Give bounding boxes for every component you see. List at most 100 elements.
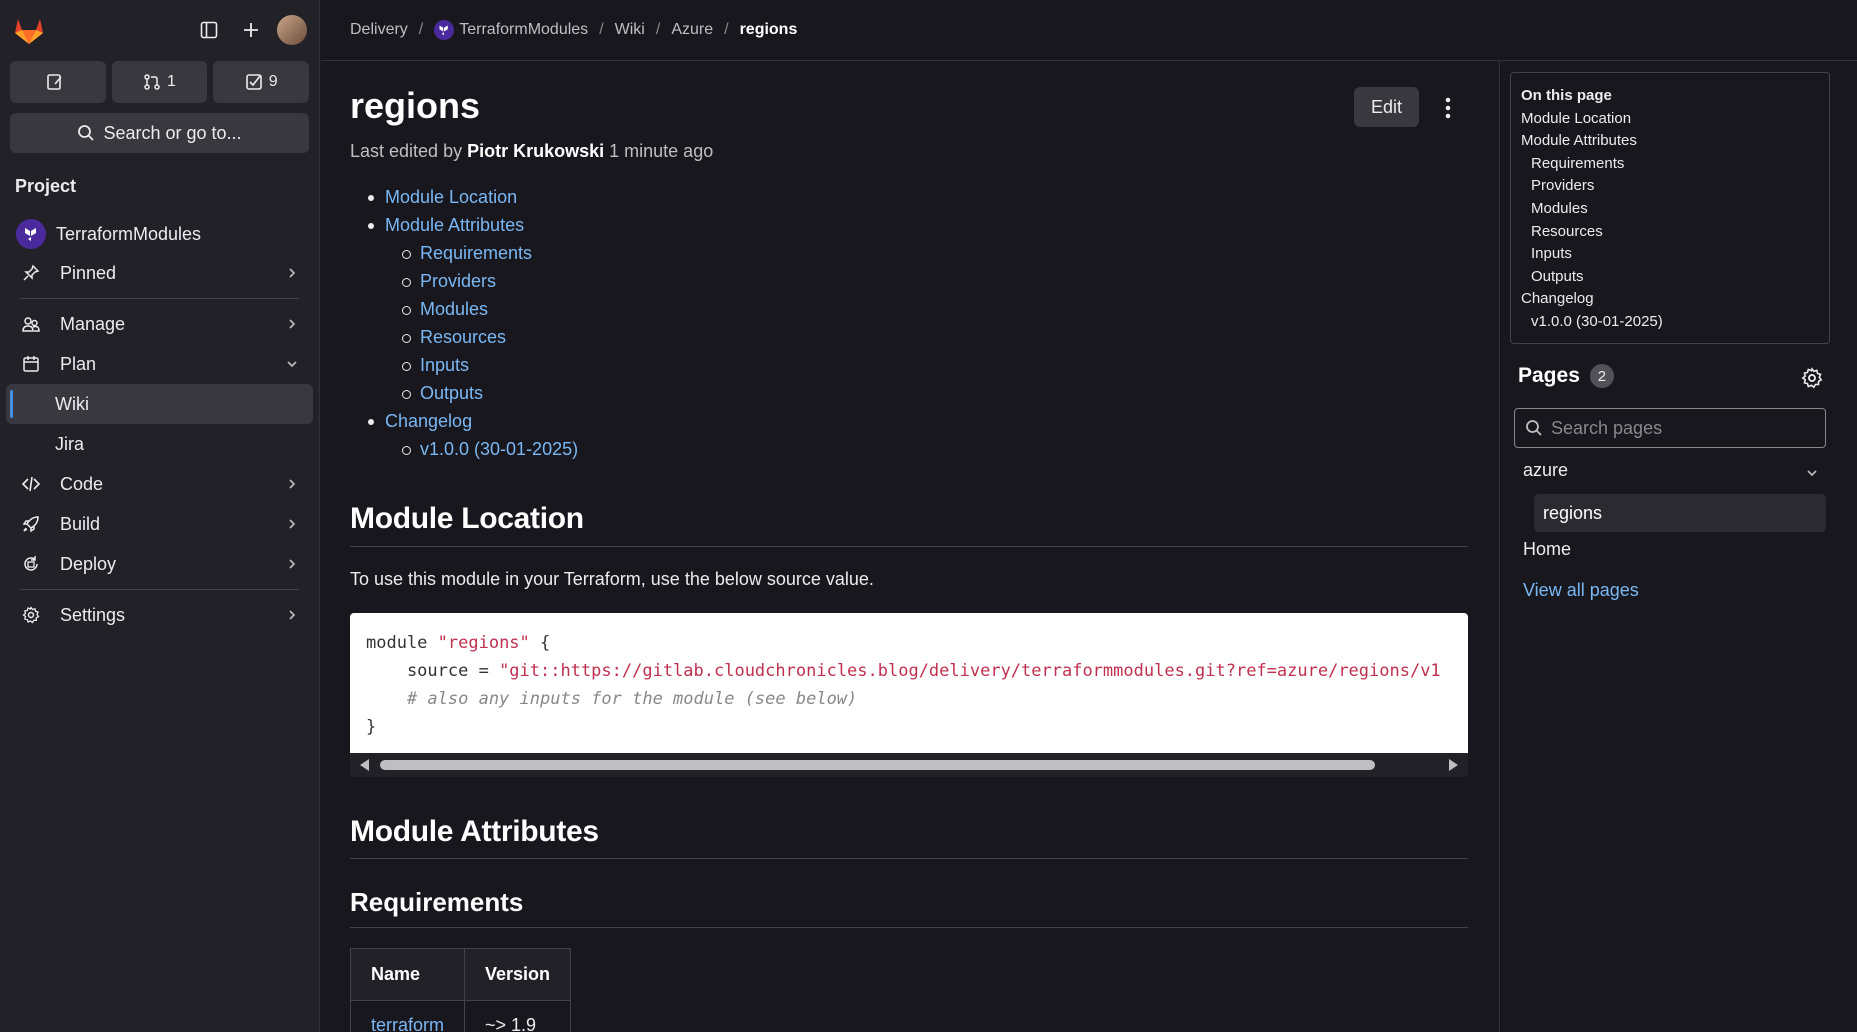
toc-link[interactable]: Requirements: [420, 243, 532, 263]
toc-link[interactable]: Module Location: [385, 187, 517, 207]
code-text: }: [366, 717, 377, 737]
chevron-right-icon: [285, 264, 299, 285]
collapse-sidebar-icon[interactable]: [191, 12, 227, 48]
code-keyword: module: [366, 633, 438, 653]
sidebar-item-deploy[interactable]: Deploy: [6, 544, 313, 584]
sidebar-section-title: Project: [15, 176, 77, 196]
toc-link[interactable]: Providers: [420, 271, 496, 291]
breadcrumb-wiki[interactable]: Wiki: [615, 21, 645, 39]
issues-counter-button[interactable]: [10, 61, 106, 103]
rocket-icon: [20, 513, 42, 535]
gear-icon: [20, 604, 42, 626]
breadcrumb-separator: /: [599, 21, 604, 38]
otp-link[interactable]: Requirements: [1521, 153, 1819, 176]
todos-counter-button[interactable]: 9: [213, 61, 310, 103]
breadcrumb-separator: /: [418, 21, 424, 38]
sidebar-item-manage[interactable]: Manage: [6, 304, 313, 344]
pin-icon: [20, 262, 42, 284]
pages-tree-item-active[interactable]: regions: [1534, 494, 1826, 532]
pages-heading-label: Pages: [1518, 364, 1580, 387]
heading-module-location: Module Location: [350, 502, 584, 535]
requirements-table: Name Version terraform ~> 1.9: [350, 948, 572, 1032]
otp-link[interactable]: Module Location: [1521, 108, 1819, 131]
breadcrumb-separator: /: [655, 21, 661, 38]
code-keyword: source =: [366, 661, 500, 681]
scroll-left-arrow-icon[interactable]: [360, 759, 369, 771]
more-actions-icon[interactable]: [1433, 93, 1463, 123]
sidebar-item-build[interactable]: Build: [6, 504, 313, 544]
code-string: "regions": [437, 633, 530, 653]
edited-author[interactable]: Piotr Krukowski: [467, 141, 604, 161]
search-or-go-label: Search or go to...: [103, 122, 242, 143]
breadcrumb-terraformmodules[interactable]: TerraformModules: [459, 21, 588, 39]
code-block[interactable]: module "regions" { source = "git::https:…: [350, 613, 1468, 753]
toc-link[interactable]: Changelog: [385, 411, 472, 431]
sidebar-item-plan[interactable]: Plan: [6, 344, 313, 384]
toc-link[interactable]: Inputs: [420, 355, 469, 375]
otp-link[interactable]: Resources: [1521, 221, 1819, 244]
breadcrumb-delivery[interactable]: Delivery: [350, 21, 408, 39]
chevron-down-icon: [285, 355, 299, 376]
calendar-icon: [20, 353, 42, 375]
otp-link[interactable]: Outputs: [1521, 266, 1819, 289]
code-horizontal-scrollbar[interactable]: [350, 753, 1468, 777]
code-text: {: [529, 633, 551, 653]
page-title: regions: [350, 85, 481, 126]
scroll-right-arrow-icon[interactable]: [1449, 759, 1458, 771]
search-or-go-button[interactable]: Search or go to...: [10, 113, 309, 153]
sidebar-item-wiki[interactable]: Wiki: [6, 384, 313, 424]
otp-link[interactable]: Inputs: [1521, 243, 1819, 266]
otp-link[interactable]: Modules: [1521, 198, 1819, 221]
merge-requests-counter-button[interactable]: 1: [111, 61, 208, 103]
toc-link[interactable]: Outputs: [420, 383, 483, 403]
pages-tree-folder[interactable]: azure: [1523, 460, 1823, 481]
heading-rule: [350, 858, 1468, 859]
sidebar-nav: TerraformModules Pinned Manage Plan Wiki…: [6, 215, 313, 635]
pages-heading: Pages 2: [1518, 364, 1614, 388]
table-cell: ~> 1.9: [464, 1000, 572, 1032]
project-name: TerraformModules: [56, 223, 202, 244]
left-sidebar: 1 9 Search or go to... Project Terraform…: [0, 0, 320, 1032]
table-header: Version: [464, 948, 572, 1001]
otp-link[interactable]: v1.0.0 (30-01-2025): [1521, 311, 1819, 334]
sidebar-item-settings[interactable]: Settings: [6, 595, 313, 635]
deploy-icon: [20, 553, 42, 575]
toc-link[interactable]: Resources: [420, 327, 506, 347]
sidebar-item-label: Plan: [60, 353, 97, 374]
edit-button[interactable]: Edit: [1354, 87, 1419, 127]
sidebar-item-label: Build: [60, 513, 101, 534]
breadcrumb-azure[interactable]: Azure: [671, 21, 713, 39]
users-icon: [20, 313, 42, 335]
chevron-down-icon[interactable]: [1805, 464, 1819, 485]
issues-icon: [47, 74, 62, 90]
search-pages-input[interactable]: Search pages: [1514, 408, 1826, 448]
wiki-content: regions Edit Last edited by Piotr Krukow…: [350, 61, 1468, 1032]
counters-row: 1 9: [10, 61, 310, 103]
merge-requests-count: 1: [167, 73, 176, 90]
otp-link[interactable]: Changelog: [1521, 288, 1819, 311]
project-avatar-icon: [16, 219, 46, 249]
location-paragraph: To use this module in your Terraform, us…: [350, 569, 874, 589]
project-avatar-icon: [434, 20, 455, 40]
scrollbar-thumb[interactable]: [380, 760, 1375, 770]
merge-request-icon: [144, 74, 160, 90]
create-new-icon[interactable]: [233, 12, 269, 48]
view-all-pages-link[interactable]: View all pages: [1523, 580, 1639, 601]
pages-tree-item[interactable]: Home: [1523, 539, 1571, 560]
on-this-page-heading: On this page: [1521, 87, 1612, 104]
sidebar-item-code[interactable]: Code: [6, 464, 313, 504]
user-avatar[interactable]: [277, 15, 307, 45]
gear-icon[interactable]: [1801, 367, 1823, 394]
breadcrumb-current[interactable]: regions: [740, 21, 798, 39]
toc-link[interactable]: v1.0.0 (30-01-2025): [420, 439, 578, 459]
gitlab-logo-icon[interactable]: [12, 13, 46, 47]
requirement-link[interactable]: terraform: [371, 1015, 444, 1032]
otp-link[interactable]: Module Attributes: [1521, 130, 1819, 153]
sidebar-item-project[interactable]: TerraformModules: [6, 215, 313, 253]
sidebar-item-pinned[interactable]: Pinned: [6, 253, 313, 293]
toc-link[interactable]: Module Attributes: [385, 215, 524, 235]
toc-link[interactable]: Modules: [420, 299, 488, 319]
sidebar-item-jira[interactable]: Jira: [6, 424, 313, 464]
otp-link[interactable]: Providers: [1521, 175, 1819, 198]
chevron-right-icon: [285, 315, 299, 336]
